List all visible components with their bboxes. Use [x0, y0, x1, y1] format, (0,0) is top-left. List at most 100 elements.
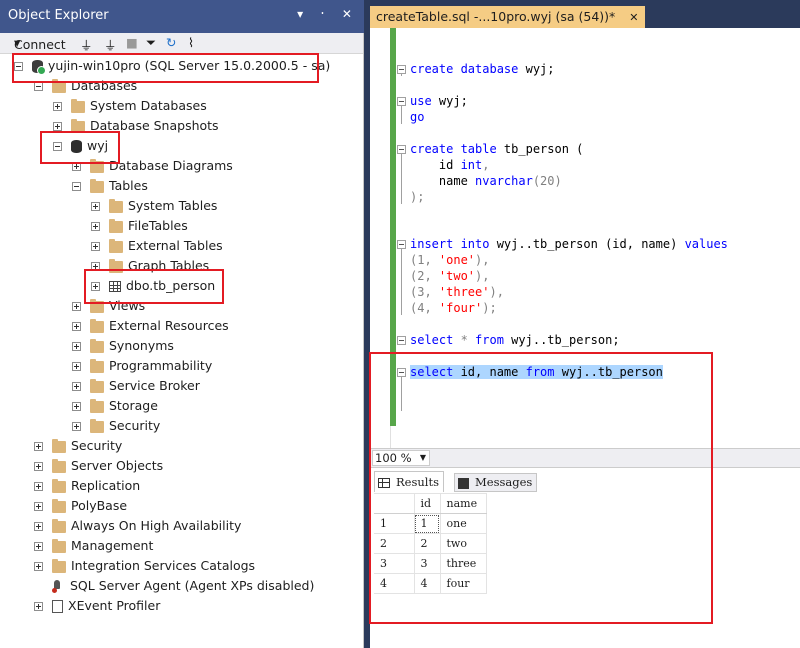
- cell-name[interactable]: one: [439, 513, 487, 534]
- stop-icon[interactable]: ■: [126, 35, 138, 50]
- sql-editor[interactable]: create database wyj; use wyj; go create …: [370, 28, 800, 448]
- expand-icon[interactable]: [34, 502, 43, 511]
- expand-icon[interactable]: [34, 522, 43, 531]
- tab-create-table-sql[interactable]: createTable.sql -...10pro.wyj (sa (54))*…: [370, 6, 645, 28]
- row-number[interactable]: 3: [374, 553, 415, 574]
- row-number[interactable]: 4: [374, 573, 415, 594]
- zoom-select[interactable]: 100 % ▼: [372, 450, 430, 466]
- refresh-icon[interactable]: ↻: [166, 35, 176, 50]
- tree-node-databases[interactable]: Databases: [34, 76, 137, 96]
- table-row[interactable]: 3 3 three: [374, 553, 487, 574]
- tree-node-synonyms[interactable]: Synonyms: [72, 336, 174, 356]
- expand-icon[interactable]: [72, 362, 81, 371]
- panel-window-buttons[interactable]: ▾ ᛫ ✕: [297, 7, 358, 21]
- collapse-icon[interactable]: [53, 142, 62, 151]
- collapse-icon[interactable]: [72, 182, 81, 191]
- expand-icon[interactable]: [72, 342, 81, 351]
- expand-icon[interactable]: [72, 322, 81, 331]
- tree-node-database-snapshots[interactable]: Database Snapshots: [53, 116, 219, 136]
- expand-icon[interactable]: [91, 202, 100, 211]
- collapse-icon[interactable]: [34, 82, 43, 91]
- table-row[interactable]: 4 4 four: [374, 573, 487, 594]
- expand-icon[interactable]: [72, 162, 81, 171]
- column-header-name[interactable]: name: [439, 493, 487, 514]
- tree-node-system-databases[interactable]: System Databases: [53, 96, 207, 116]
- tree-node-replication[interactable]: Replication: [34, 476, 140, 496]
- tree-node-filetables[interactable]: FileTables: [91, 216, 188, 236]
- cell-name[interactable]: two: [439, 533, 487, 554]
- expand-icon[interactable]: [72, 422, 81, 431]
- expand-icon[interactable]: [91, 242, 100, 251]
- expand-icon[interactable]: [34, 602, 43, 611]
- expand-icon[interactable]: [34, 462, 43, 471]
- fold-icon[interactable]: [397, 336, 406, 345]
- expand-icon[interactable]: [91, 262, 100, 271]
- cell-id[interactable]: 4: [413, 573, 441, 594]
- cell-name[interactable]: four: [439, 573, 487, 594]
- expand-icon[interactable]: [34, 442, 43, 451]
- cell-id[interactable]: 3: [413, 553, 441, 574]
- tree-node-server[interactable]: yujin-win10pro (SQL Server 15.0.2000.5 -…: [14, 56, 330, 76]
- expand-icon[interactable]: [91, 222, 100, 231]
- expand-icon[interactable]: [34, 482, 43, 491]
- tree-node-programmability[interactable]: Programmability: [72, 356, 212, 376]
- tab-messages[interactable]: Messages: [454, 473, 538, 492]
- folder-icon: [90, 178, 104, 193]
- connect-plug-icon[interactable]: ⏚: [80, 35, 93, 54]
- tree-node-wyj[interactable]: wyj: [53, 136, 108, 156]
- fold-icon[interactable]: [397, 145, 406, 154]
- grid-corner[interactable]: [374, 493, 415, 514]
- expand-icon[interactable]: [72, 402, 81, 411]
- expand-icon[interactable]: [72, 382, 81, 391]
- tree-node-security[interactable]: Security: [34, 436, 122, 456]
- tree-node-integration-services[interactable]: Integration Services Catalogs: [34, 556, 255, 576]
- tree-node-server-objects[interactable]: Server Objects: [34, 456, 163, 476]
- expand-icon[interactable]: [34, 562, 43, 571]
- activity-monitor-icon[interactable]: ⌇: [188, 35, 194, 50]
- fold-icon[interactable]: [397, 65, 406, 74]
- tree-node-db-security[interactable]: Security: [72, 416, 160, 436]
- tree-node-views[interactable]: Views: [72, 296, 145, 316]
- expand-icon[interactable]: [53, 102, 62, 111]
- tree-node-polybase[interactable]: PolyBase: [34, 496, 127, 516]
- collapse-icon[interactable]: [14, 62, 23, 71]
- tree-node-graph-tables[interactable]: Graph Tables: [91, 256, 209, 276]
- tree-node-system-tables[interactable]: System Tables: [91, 196, 217, 216]
- cell-id[interactable]: 1: [413, 513, 441, 534]
- expand-icon[interactable]: [53, 122, 62, 131]
- table-row[interactable]: 2 2 two: [374, 533, 487, 554]
- tree-node-always-on[interactable]: Always On High Availability: [34, 516, 241, 536]
- row-number[interactable]: 1: [374, 513, 415, 534]
- tree-node-external-tables[interactable]: External Tables: [91, 236, 223, 256]
- tree-node-dbo-tb-person[interactable]: dbo.tb_person: [91, 276, 215, 296]
- tree-node-tables[interactable]: Tables: [72, 176, 148, 196]
- results-grid[interactable]: id name 1 1 one 2 2 two 3 3 three 4 4 fo…: [374, 493, 487, 594]
- code-line-7: );: [410, 190, 425, 204]
- cell-name[interactable]: three: [439, 553, 487, 574]
- expand-icon[interactable]: [91, 282, 100, 291]
- tree-node-database-diagrams[interactable]: Database Diagrams: [72, 156, 233, 176]
- row-number[interactable]: 2: [374, 533, 415, 554]
- fold-icon[interactable]: [397, 368, 406, 377]
- cell-id[interactable]: 2: [413, 533, 441, 554]
- expand-icon[interactable]: [34, 542, 43, 551]
- connect-button[interactable]: Connect ▾: [14, 35, 66, 52]
- close-icon[interactable]: ✕: [629, 11, 638, 24]
- code-line-9: (1, 'one'),: [410, 253, 490, 267]
- tree-node-xevent-profiler[interactable]: XEvent Profiler: [34, 596, 160, 616]
- filter-icon[interactable]: ⏷: [146, 35, 156, 51]
- tab-results[interactable]: Results: [374, 471, 444, 492]
- table-row[interactable]: 1 1 one: [374, 513, 487, 534]
- tree-node-external-resources[interactable]: External Resources: [72, 316, 229, 336]
- tree-node-storage[interactable]: Storage: [72, 396, 158, 416]
- tree-node-service-broker[interactable]: Service Broker: [72, 376, 200, 396]
- column-header-id[interactable]: id: [413, 493, 441, 514]
- code-line-8: insert into wyj..tb_person (id, name) va…: [410, 237, 728, 251]
- tree-node-sql-agent[interactable]: SQL Server Agent (Agent XPs disabled): [34, 576, 314, 596]
- expand-icon[interactable]: [72, 302, 81, 311]
- fold-icon[interactable]: [397, 97, 406, 106]
- fold-icon[interactable]: [397, 240, 406, 249]
- tree-node-management[interactable]: Management: [34, 536, 153, 556]
- disconnect-icon[interactable]: ⏚: [104, 35, 117, 54]
